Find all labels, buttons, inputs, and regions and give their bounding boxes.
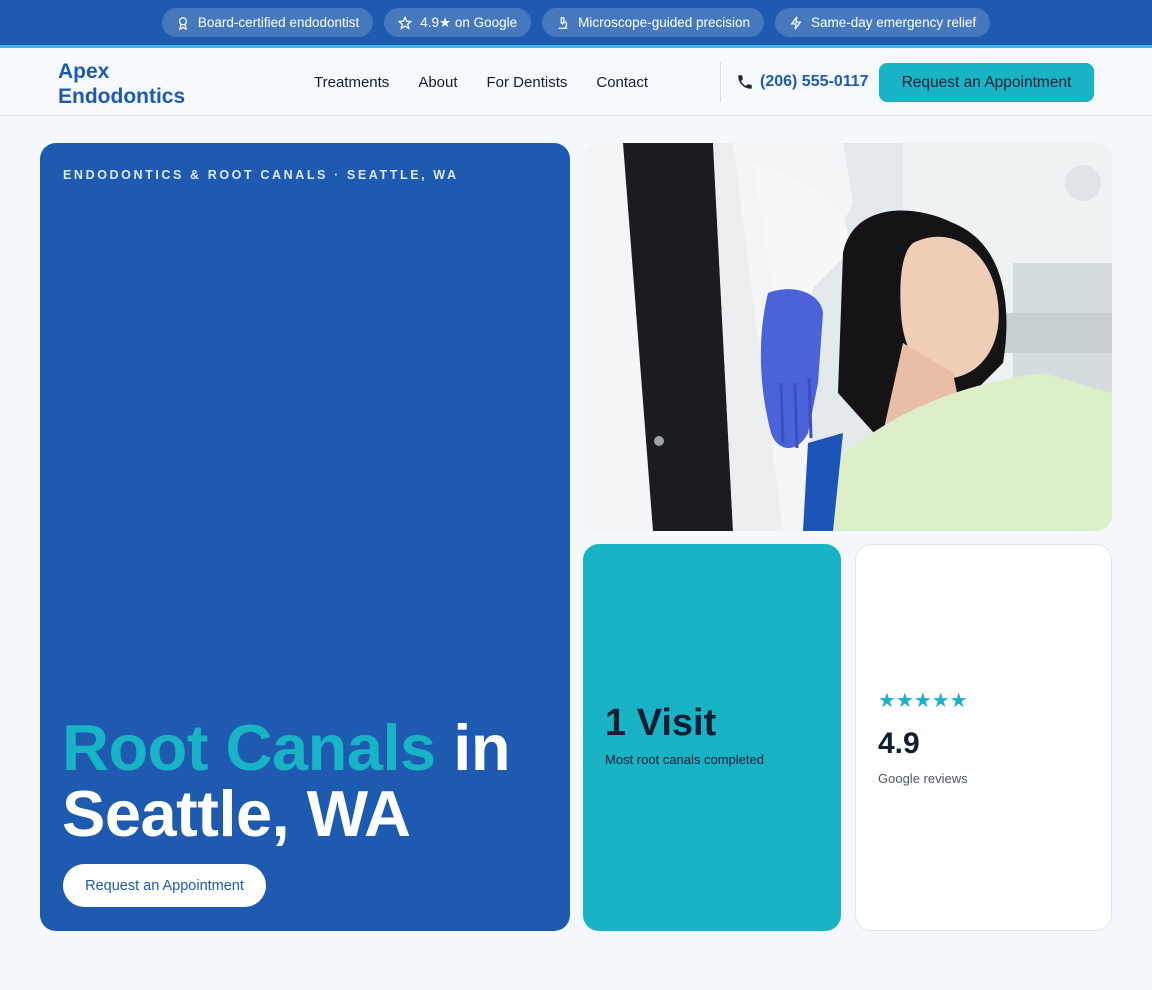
headline-accent: Root Canals [62,711,436,784]
rating-stars-icon: ★★★★★ [878,690,968,712]
phone-number: (206) 555-0117 [760,73,869,90]
trust-pill-board-certified: Board-certified endodontist [161,8,374,37]
lightning-icon [790,16,802,29]
main-nav: Treatments About For Dentists Contact [314,48,648,116]
trust-pill-label: Same-day emergency relief [811,15,977,30]
trust-pill-label: Microscope-guided precision [578,15,751,30]
hero-panel: ENDODONTICS & ROOT CANALS · SEATTLE, WA … [40,143,570,931]
microscope-icon [558,16,568,29]
headline-rest: in [435,711,511,784]
logo-line-1: Apex [58,60,110,83]
header-divider [720,62,721,102]
stat-visits-label: Most root canals completed [605,752,764,767]
dental-patient-illustration [583,143,1112,531]
hero-eyebrow: ENDODONTICS & ROOT CANALS · SEATTLE, WA [63,168,459,182]
trust-pill-google-rating: 4.9★ on Google [384,8,532,37]
logo[interactable]: Apex Endodontics [58,59,185,109]
headline-line-2: Seattle, WA [62,777,411,850]
request-appointment-button[interactable]: Request an Appointment [879,63,1094,102]
hero-photo [583,143,1112,531]
nav-item-treatments[interactable]: Treatments [314,74,389,91]
stat-rating-label: Google reviews [878,771,968,786]
stat-rating-value: 4.9 [878,727,920,760]
trust-pill-emergency: Same-day emergency relief [775,8,991,37]
stat-visits-value: 1 Visit [605,702,717,744]
trust-pill-label: Board-certified endodontist [197,15,360,30]
trust-pill-microscope: Microscope-guided precision [542,8,765,37]
nav-item-for-dentists[interactable]: For Dentists [487,74,568,91]
hero-request-appointment-button[interactable]: Request an Appointment [63,864,266,907]
nav-item-contact[interactable]: Contact [596,74,648,91]
award-icon [178,16,188,30]
trust-bar: Board-certified endodontist 4.9★ on Goog… [0,0,1152,48]
trust-pill-label: 4.9★ on Google [420,14,518,30]
stat-card-rating: ★★★★★ 4.9 Google reviews [855,544,1112,931]
phone-link[interactable]: (206) 555-0117 [736,48,869,116]
hero-headline: Root Canals in Seattle, WA [62,715,562,847]
site-header: Apex Endodontics Treatments About For De… [0,48,1152,116]
stat-card-visits: 1 Visit Most root canals completed [583,544,841,931]
phone-icon [738,75,752,89]
nav-item-about[interactable]: About [418,74,457,91]
logo-line-2: Endodontics [58,85,186,108]
star-outline-icon [398,15,413,30]
